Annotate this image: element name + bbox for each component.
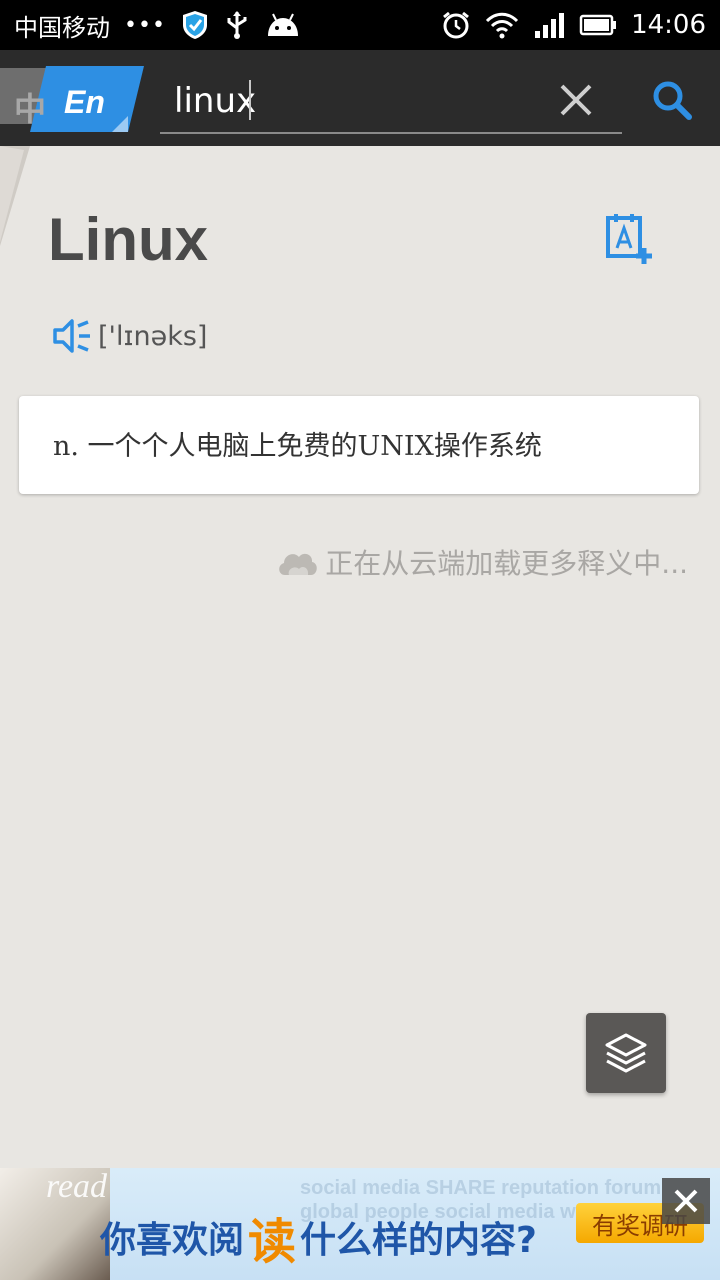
ad-headline: 你喜欢阅 读 什么样的内容? — [100, 1202, 537, 1272]
signal-icon — [533, 11, 565, 39]
ad-headline-highlight: 读 — [248, 1214, 297, 1270]
shield-icon — [180, 9, 210, 41]
layers-icon — [605, 1033, 647, 1073]
ad-headline-part1: 你喜欢阅 — [100, 1220, 245, 1261]
clear-button[interactable] — [556, 80, 596, 120]
cloud-icon — [279, 553, 318, 575]
loading-text: 正在从云端加载更多释义中... — [325, 547, 688, 580]
language-switch-button[interactable]: 中 En — [0, 62, 150, 142]
status-bar: 中国移动 ••• 14:06 — [0, 0, 720, 50]
definition-card: n. 一个个人电脑上免费的UNIX操作系统 — [19, 396, 699, 494]
page-curl-decoration — [0, 146, 30, 256]
close-icon — [674, 1189, 698, 1213]
carrier-name: 中国移动 — [14, 13, 110, 42]
search-input[interactable] — [174, 76, 554, 126]
ad-read-label: read — [46, 1168, 108, 1205]
add-word-icon — [606, 214, 652, 264]
search-field — [160, 76, 622, 134]
usb-icon — [224, 10, 250, 40]
language-chinese-label: 中 — [14, 90, 47, 128]
more-dots: ••• — [124, 12, 166, 38]
close-icon — [560, 84, 592, 116]
wifi-icon — [485, 11, 519, 39]
language-english-label: En — [64, 84, 105, 120]
add-to-wordbook-button[interactable] — [604, 212, 656, 268]
speaker-icon[interactable] — [52, 316, 92, 356]
phonetic-text: ['lɪnəks] — [98, 320, 208, 352]
definition-text: n. 一个个人电脑上免费的UNIX操作系统 — [53, 431, 542, 462]
battery-icon — [579, 13, 617, 37]
text-cursor — [249, 80, 251, 120]
alarm-icon — [441, 10, 471, 40]
clock-time: 14:06 — [631, 10, 706, 40]
ad-headline-part2: 什么样的内容? — [300, 1220, 537, 1261]
ad-close-button[interactable] — [662, 1178, 710, 1224]
cloud-loading-status: 正在从云端加载更多释义中... — [275, 542, 688, 582]
search-toolbar: 中 En — [0, 50, 720, 146]
word-title: Linux — [48, 206, 208, 273]
search-icon — [653, 81, 692, 120]
search-button[interactable] — [650, 78, 694, 122]
android-icon — [264, 12, 302, 38]
layers-button[interactable] — [586, 1013, 666, 1093]
pronunciation-row: ['lɪnəks] — [52, 316, 207, 356]
